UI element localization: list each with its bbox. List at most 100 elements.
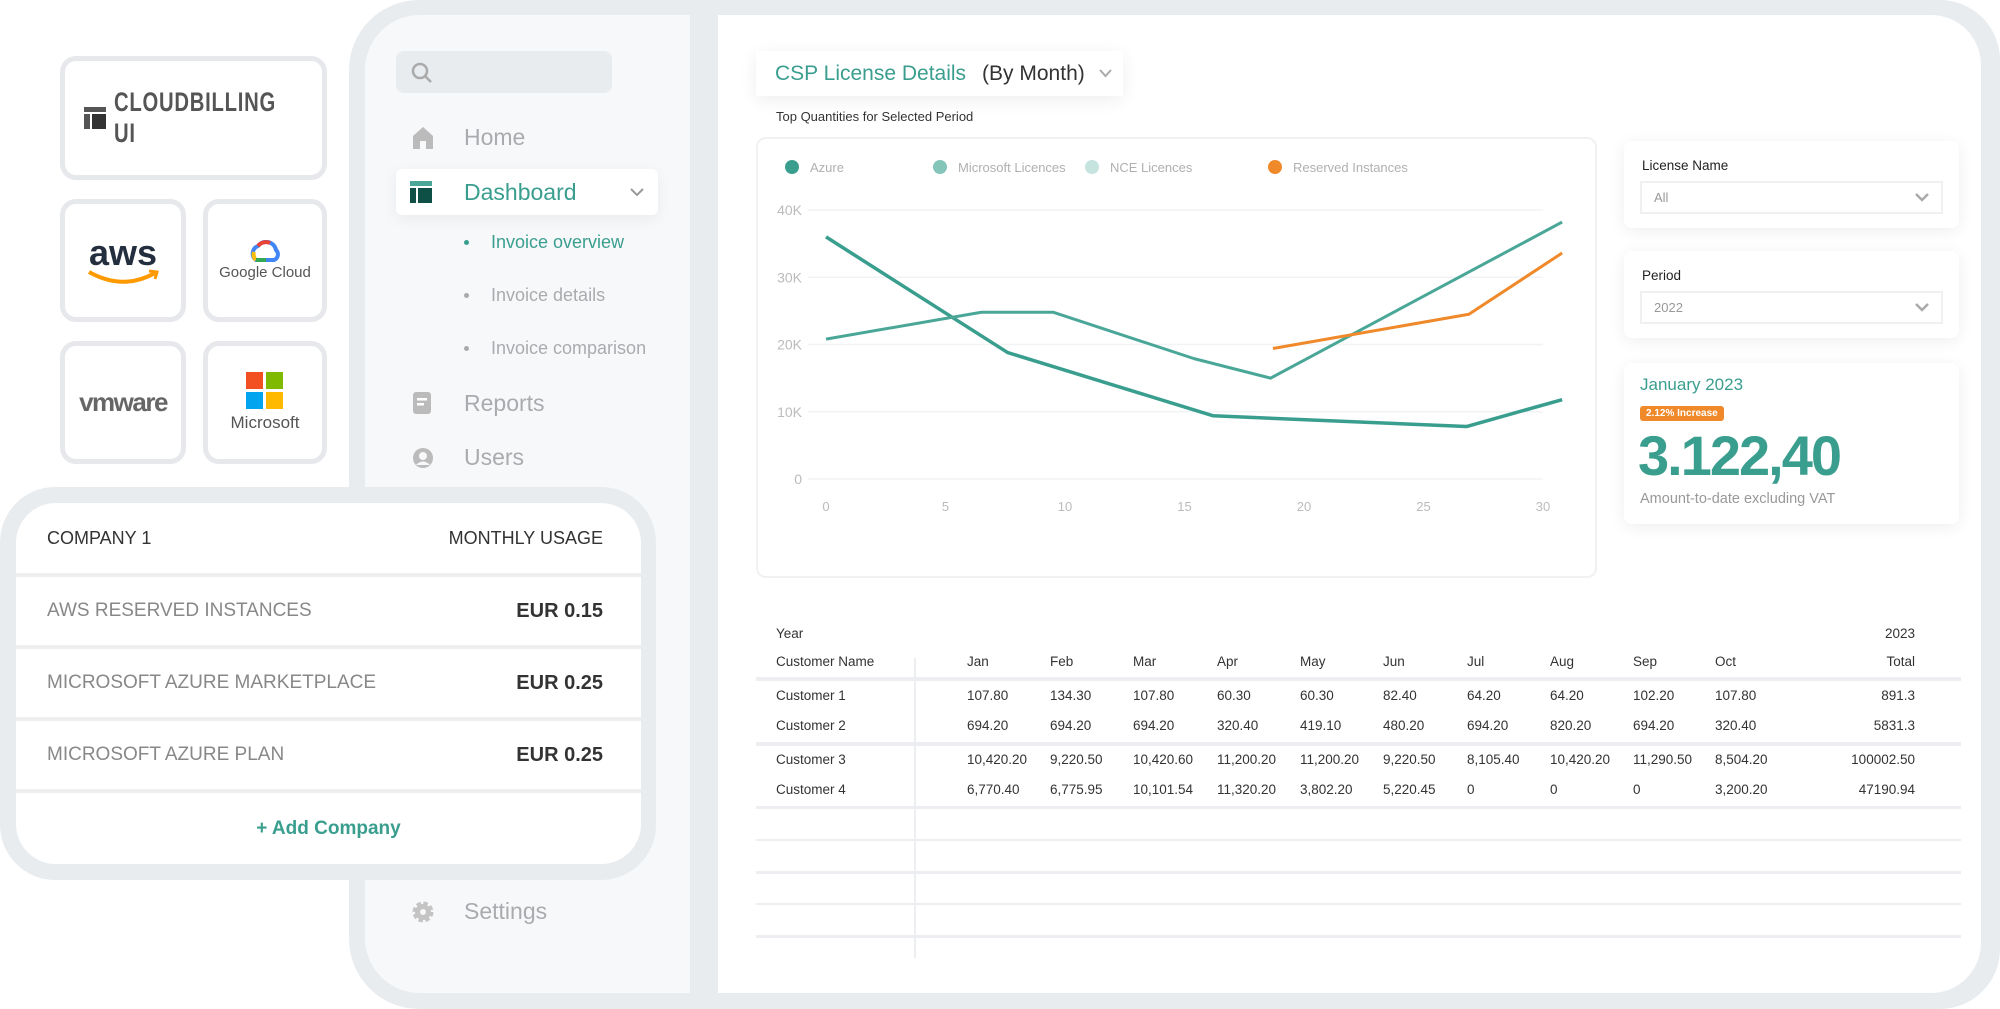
usage-row: AWS RESERVED INSTANCES EUR 0.15 (16, 577, 641, 649)
google-cloud-logo-card[interactable]: Google Cloud (203, 199, 327, 322)
row-divider (756, 935, 1961, 938)
home-icon (413, 126, 433, 149)
chevron-down-icon (1915, 193, 1929, 202)
chevron-down-icon (1915, 303, 1929, 312)
table-cell: 694.20 (1467, 718, 1509, 733)
table-cell: 0 (1550, 782, 1558, 797)
table-cell: 480.20 (1383, 718, 1425, 733)
table-cell: 694.20 (1633, 718, 1675, 733)
microsoft-logo-card[interactable]: Microsoft (203, 341, 327, 464)
summary-amount: 3.122,40 (1638, 424, 1842, 487)
column-header[interactable]: Oct (1715, 654, 1736, 669)
gear-icon (412, 901, 434, 922)
page-title: CSP License Details (775, 61, 967, 85)
legend-marker (1085, 160, 1099, 174)
table-cell: 694.20 (967, 718, 1009, 733)
table-cell: 60.30 (1217, 688, 1251, 703)
table-cell: 107.80 (1133, 688, 1175, 703)
summary-month: January 2023 (1640, 375, 1744, 394)
table-cell: 6,775.95 (1050, 782, 1103, 797)
sidebar-item-home[interactable]: Home (410, 124, 525, 151)
table-cell: Customer 1 (776, 688, 846, 703)
table-cell: Customer 4 (776, 782, 846, 797)
y-tick-label: 0 (794, 471, 802, 487)
column-header[interactable]: Mar (1133, 654, 1156, 669)
sidebar-item-label: Settings (464, 898, 548, 924)
column-header[interactable]: May (1300, 654, 1326, 669)
subitem-label: Invoice comparison (491, 338, 647, 358)
x-tick-label: 10 (1058, 499, 1072, 514)
row-divider (756, 677, 1961, 681)
column-divider (914, 658, 916, 958)
aws-logo-card[interactable]: aws (60, 199, 186, 322)
table-cell: 419.10 (1300, 718, 1342, 733)
table-cell: 100002.50 (1851, 752, 1915, 767)
line-chart: 0 10K 20K 30K 40K 0 5 10 15 20 25 30 Azure Microsoft … (777, 160, 1563, 514)
legend-label: Reserved Instances (1293, 160, 1408, 175)
period-value: 2022 (1654, 300, 1683, 315)
table-cell: 10,420.20 (967, 752, 1028, 767)
chart-subtitle: Top Quantities for Selected Period (776, 109, 974, 124)
table-cell: 694.20 (1133, 718, 1175, 733)
table-cell: 5831.3 (1873, 718, 1915, 733)
x-tick-label: 20 (1297, 499, 1311, 514)
cloudbilling-logo-card: CLOUDBILLING UI (60, 56, 327, 180)
chart-card: 0 10K 20K 30K 40K 0 5 10 15 20 25 30 Azure Microsoft … (756, 137, 1597, 578)
table-cell: 694.20 (1050, 718, 1092, 733)
report-selector[interactable]: CSP License Details (By Month) (756, 51, 1123, 96)
usage-name: MICROSOFT AZURE MARKETPLACE (47, 672, 377, 693)
search-input[interactable] (396, 51, 612, 93)
table-cell: Customer 3 (776, 752, 846, 767)
row-divider (756, 871, 1961, 874)
sidebar-item-reports[interactable]: Reports (410, 390, 545, 417)
table-cell: 102.20 (1633, 688, 1675, 703)
table-cell: 9,220.50 (1050, 752, 1103, 767)
legend-label: Azure (810, 160, 844, 175)
row-divider (756, 839, 1961, 841)
search-icon (411, 62, 432, 83)
column-header[interactable]: Customer Name (776, 654, 874, 669)
usage-value: EUR 0.25 (516, 743, 603, 766)
chevron-down-icon[interactable] (630, 188, 644, 197)
column-header[interactable]: Jul (1467, 654, 1484, 669)
sidebar-item-users[interactable]: Users (410, 444, 524, 471)
add-company-button[interactable]: + Add Company (16, 793, 641, 864)
microsoft-logo: Microsoft (230, 413, 300, 432)
table-cell: 320.40 (1217, 718, 1259, 733)
column-header[interactable]: Feb (1050, 654, 1073, 669)
y-tick-label: 10K (777, 404, 803, 420)
table-cell: 64.20 (1467, 688, 1501, 703)
license-filter-card: License Name All (1624, 141, 1959, 228)
table-cell: 3,802.20 (1300, 782, 1353, 797)
column-header[interactable]: Jun (1383, 654, 1405, 669)
column-header[interactable]: Apr (1217, 654, 1238, 669)
google-cloud-logo: Google Cloud (219, 264, 311, 281)
table-cell: 0 (1467, 782, 1475, 797)
sidebar-subitem-invoice-comparison[interactable]: Invoice comparison (464, 338, 646, 359)
sidebar-subitem-invoice-details[interactable]: Invoice details (464, 285, 605, 306)
row-divider (756, 742, 1961, 746)
sidebar-subitem-invoice-overview[interactable]: Invoice overview (464, 232, 624, 253)
period-mode: (By Month) (982, 61, 1085, 85)
year-label: Year (776, 626, 804, 641)
sidebar-item-settings[interactable]: Settings (410, 898, 547, 925)
table-cell: 107.80 (1715, 688, 1757, 703)
series-line-microsoft-licences (825, 220, 1563, 380)
column-header[interactable]: Sep (1633, 654, 1657, 669)
license-label: License Name (1642, 158, 1729, 173)
column-header[interactable]: Aug (1550, 654, 1574, 669)
license-select[interactable]: All (1640, 181, 1943, 214)
table-cell: 9,220.50 (1383, 752, 1436, 767)
sidebar-item-label: Reports (464, 390, 545, 416)
column-header[interactable]: Jan (967, 654, 989, 669)
vmware-logo-card[interactable]: vmware (60, 341, 186, 464)
column-header[interactable]: Total (1815, 654, 1915, 669)
period-select[interactable]: 2022 (1640, 291, 1943, 324)
table-cell: 10,420.20 (1550, 752, 1611, 767)
table-cell: 891.3 (1881, 688, 1915, 703)
sidebar-item-dashboard[interactable]: Dashboard (396, 169, 658, 215)
usage-name: AWS RESERVED INSTANCES (47, 600, 312, 621)
table-cell: 820.20 (1550, 718, 1592, 733)
subitem-label: Invoice details (491, 285, 606, 305)
chevron-down-icon (1099, 69, 1112, 78)
